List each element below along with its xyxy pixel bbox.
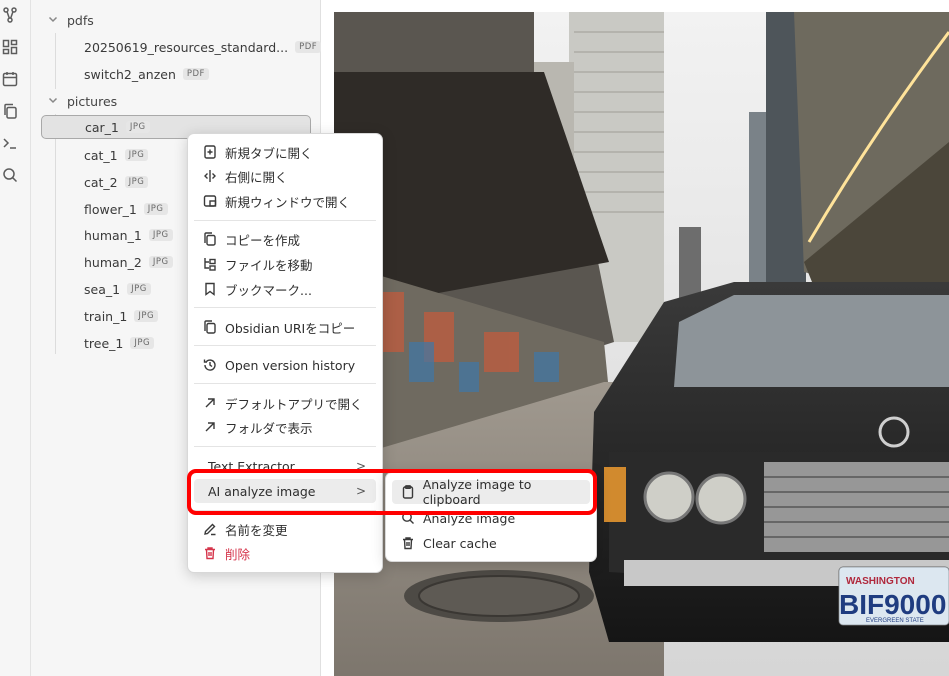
chevron-down-icon [47, 94, 61, 108]
menu-label: 削除 [225, 546, 251, 562]
file-item[interactable]: switch2_anzen PDF [41, 62, 311, 86]
menu-label: Open version history [225, 357, 356, 373]
split-icon [202, 168, 218, 184]
file-ext-badge: PDF [182, 68, 209, 80]
menu-copy-uri[interactable]: Obsidian URIをコピー [194, 315, 376, 339]
plate-state: WASHINGTON [846, 576, 915, 587]
menu-separator [194, 383, 376, 384]
copy-icon [202, 231, 218, 247]
file-plus-icon [202, 144, 218, 160]
menu-open-right[interactable]: 右側に開く [194, 164, 376, 188]
file-ext-badge: JPG [125, 121, 150, 133]
folder-label: pictures [67, 93, 118, 109]
plate-bottom-text: EVERGREEN STATE [866, 618, 924, 624]
folder-pictures[interactable]: pictures [47, 90, 117, 112]
file-label: human_1 [84, 227, 142, 243]
chevron-down-icon [47, 13, 61, 27]
file-ext-badge: JPG [148, 256, 173, 268]
menu-label: 新規タブに開く [225, 145, 313, 161]
file-item[interactable]: 20250619_resources_standard... PDF [41, 35, 322, 59]
folder-tree-icon [202, 256, 218, 272]
menu-label: Obsidian URIをコピー [225, 320, 356, 336]
graph-icon[interactable] [1, 6, 19, 24]
submenu-clear-cache[interactable]: Clear cache [392, 531, 590, 555]
menu-separator [194, 307, 376, 308]
menu-open-new-window[interactable]: 新規ウィンドウで開く [194, 189, 376, 213]
file-ext-badge: JPG [148, 229, 173, 241]
plate-number: BIF9000 [839, 589, 946, 620]
file-label: train_1 [84, 308, 128, 324]
arrow-up-right-icon [202, 395, 218, 411]
menu-label: フォルダで表示 [225, 420, 313, 436]
menu-open-new-tab[interactable]: 新規タブに開く [194, 140, 376, 164]
file-label: cat_1 [84, 147, 118, 163]
menu-make-copy[interactable]: コピーを作成 [194, 227, 376, 251]
menu-label: デフォルトアプリで開く [225, 396, 363, 412]
file-ext-badge: JPG [143, 203, 168, 215]
menu-separator [194, 345, 376, 346]
menu-label: 右側に開く [225, 169, 288, 185]
file-label: car_1 [85, 119, 119, 135]
search-icon[interactable] [1, 166, 19, 184]
menu-label: Clear cache [423, 535, 497, 551]
file-label: 20250619_resources_standard... [84, 39, 289, 55]
menu-bookmark[interactable]: ブックマーク... [194, 277, 376, 301]
trash-icon [202, 545, 218, 561]
file-label: sea_1 [84, 281, 121, 297]
highlight-box [187, 469, 597, 515]
menu-version-history[interactable]: Open version history [194, 353, 376, 377]
dashboard-icon[interactable] [1, 38, 19, 56]
menu-label: 名前を変更 [225, 522, 288, 538]
menu-move-file[interactable]: ファイルを移動 [194, 252, 376, 276]
calendar-icon[interactable] [1, 70, 19, 88]
menu-rename[interactable]: 名前を変更 [194, 517, 376, 541]
folder-label: pdfs [67, 12, 94, 28]
file-label: human_2 [84, 254, 142, 270]
terminal-icon[interactable] [1, 134, 19, 152]
menu-delete[interactable]: 削除 [194, 541, 376, 565]
arrow-up-right-icon [202, 419, 218, 435]
file-label: switch2_anzen [84, 66, 176, 82]
trash-icon [400, 535, 416, 551]
menu-label: ファイルを移動 [225, 257, 313, 273]
file-ext-badge: JPG [134, 310, 159, 322]
file-label: flower_1 [84, 201, 137, 217]
menu-label: ブックマーク... [225, 282, 312, 298]
file-ext-badge: JPG [124, 149, 149, 161]
menu-label: コピーを作成 [225, 232, 301, 248]
image-viewer: WASHINGTON BIF9000 EVERGREEN STATE [321, 0, 949, 676]
copy-icon [202, 319, 218, 335]
file-ext-badge: JPG [124, 176, 149, 188]
menu-show-in-folder[interactable]: フォルダで表示 [194, 415, 376, 439]
menu-open-default-app[interactable]: デフォルトアプリで開く [194, 391, 376, 415]
history-icon [202, 357, 218, 373]
pencil-icon [202, 521, 218, 537]
left-ribbon [0, 0, 31, 676]
folder-pdfs[interactable]: pdfs [47, 9, 94, 31]
menu-separator [194, 446, 376, 447]
menu-separator [194, 220, 376, 221]
bookmark-icon [202, 281, 218, 297]
copy-icon[interactable] [1, 102, 19, 120]
file-ext-badge: JPG [127, 283, 151, 295]
street-car-photo: WASHINGTON BIF9000 EVERGREEN STATE [334, 12, 949, 676]
menu-label: 新規ウィンドウで開く [225, 194, 351, 210]
file-label: tree_1 [84, 335, 124, 351]
window-icon [202, 193, 218, 209]
file-ext-badge: PDF [295, 41, 322, 53]
file-ext-badge: JPG [130, 337, 155, 349]
file-label: cat_2 [84, 174, 118, 190]
